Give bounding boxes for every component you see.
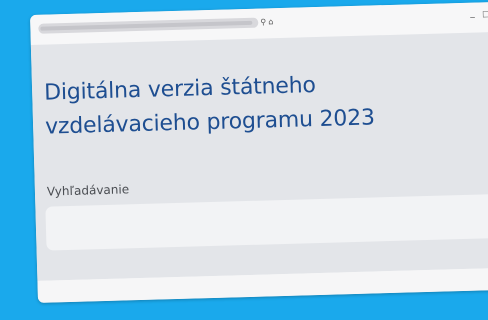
search-label: Vyhľadávanie (46, 182, 130, 199)
browser-window: ⚲ ⌂ _ □ Digitálna verzia štátneho vzdelá… (30, 1, 488, 303)
page-content: Digitálna verzia štátneho vzdelávacieho … (30, 31, 488, 281)
search-input[interactable] (45, 192, 488, 251)
home-icon[interactable]: ⌂ (268, 17, 273, 27)
address-bar[interactable] (38, 17, 259, 34)
zoom-icon[interactable]: ⚲ (260, 17, 266, 27)
page-title: Digitálna verzia štátneho vzdelávacieho … (43, 73, 376, 140)
minimize-icon[interactable]: _ (470, 9, 475, 19)
maximize-icon[interactable]: □ (482, 9, 488, 19)
address-bar-text (40, 20, 253, 31)
